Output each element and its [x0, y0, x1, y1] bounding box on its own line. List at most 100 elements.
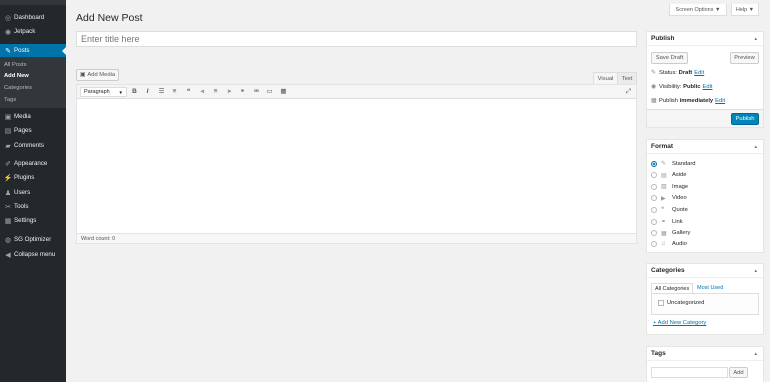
read-more-icon[interactable]: ▭	[265, 87, 274, 96]
sidebar-item-jetpack[interactable]: ◉ Jetpack	[0, 25, 66, 38]
format-option-aside[interactable]: ▤ Aside	[651, 172, 687, 179]
format-option-quote[interactable]: ❝ Quote	[651, 206, 688, 213]
toolbar-toggle-icon[interactable]: ▦	[279, 87, 288, 96]
image-icon: ▨	[661, 184, 667, 191]
sidebar-item-dashboard[interactable]: ◎ Dashboard	[0, 11, 66, 24]
visibility-edit-link[interactable]: Edit	[702, 84, 712, 90]
gallery-icon: ▦	[661, 230, 667, 237]
sidebar-item-label: SG Optimizer	[14, 236, 52, 243]
tags-box-header[interactable]: Tags ▲	[647, 347, 763, 361]
collapse-toggle-icon[interactable]: ▲	[754, 140, 758, 154]
format-radio[interactable]	[651, 241, 657, 248]
editor-content-area[interactable]	[77, 99, 636, 233]
format-option-link[interactable]: ⚭ Link	[651, 218, 683, 225]
pages-icon: ▤	[4, 127, 12, 135]
publish-schedule-label: Publish	[659, 97, 679, 104]
format-radio[interactable]	[651, 160, 657, 167]
format-radio[interactable]	[651, 218, 657, 225]
format-box-header[interactable]: Format ▲	[647, 140, 763, 154]
categories-box-title: Categories	[651, 267, 685, 274]
publish-schedule-row: ▦ Publish immediately Edit	[651, 97, 725, 105]
screen-options-button[interactable]: Screen Options ▼	[669, 4, 727, 16]
sidebar-item-collapse-menu[interactable]: ◀ Collapse menu	[0, 248, 66, 261]
format-select-value: Paragraph	[84, 89, 110, 95]
blockquote-icon[interactable]: ❝	[184, 87, 193, 96]
add-media-button[interactable]: ▣ Add Media	[76, 69, 119, 81]
tab-visual[interactable]: Visual	[593, 72, 618, 84]
help-button[interactable]: Help ▼	[731, 4, 759, 16]
format-option-image[interactable]: ▨ Image	[651, 183, 688, 190]
sidebar-item-comments[interactable]: ▰ Comments	[0, 139, 66, 152]
add-media-label: Add Media	[87, 72, 116, 78]
format-option-standard[interactable]: ✎ Standard	[651, 160, 696, 167]
align-center-icon[interactable]: ≡	[211, 87, 220, 96]
add-tag-button[interactable]: Add	[729, 367, 748, 378]
submenu-item-add-new[interactable]: Add New	[4, 73, 29, 79]
format-option-label: Image	[672, 183, 689, 190]
publish-schedule-edit-link[interactable]: Edit	[715, 98, 725, 104]
format-option-gallery[interactable]: ▦ Gallery	[651, 230, 690, 237]
unlink-icon[interactable]: ⚮	[252, 87, 261, 96]
media-icon: ▣	[4, 113, 12, 121]
sidebar-item-pages[interactable]: ▤ Pages	[0, 124, 66, 137]
bold-icon[interactable]: B	[130, 87, 139, 96]
align-left-icon[interactable]: ⫷	[198, 87, 207, 96]
tab-all-categories[interactable]: All Categories	[651, 283, 694, 293]
fullscreen-icon[interactable]: ⤢	[624, 87, 633, 96]
collapse-toggle-icon[interactable]: ▲	[754, 32, 758, 46]
plugins-icon: ⚡	[3, 174, 13, 182]
sidebar-item-appearance[interactable]: ✐ Appearance	[0, 157, 66, 170]
category-item[interactable]: Uncategorized	[658, 300, 704, 306]
format-option-video[interactable]: ▶ Video	[651, 195, 687, 202]
format-radio[interactable]	[651, 206, 657, 213]
status-edit-link[interactable]: Edit	[694, 70, 704, 76]
collapse-toggle-icon[interactable]: ▲	[754, 347, 758, 361]
aside-icon: ▤	[661, 172, 667, 179]
sidebar-item-plugins[interactable]: ⚡ Plugins	[0, 171, 66, 184]
sidebar-item-settings[interactable]: ▦ Settings	[0, 214, 66, 227]
save-draft-button[interactable]: Save Draft	[651, 52, 688, 64]
italic-icon[interactable]: I	[143, 87, 152, 96]
category-checkbox[interactable]	[658, 300, 664, 306]
sidebar-item-users[interactable]: ♟ Users	[0, 186, 66, 199]
align-right-icon[interactable]: ⫸	[225, 87, 234, 96]
sidebar-item-posts[interactable]: ✎ Posts	[0, 44, 66, 57]
post-title-input[interactable]	[76, 31, 637, 47]
categories-box: Categories ▲ All Categories Most Used Un…	[646, 263, 764, 335]
format-radio[interactable]	[651, 172, 657, 179]
link-icon[interactable]: ⚭	[238, 87, 247, 96]
format-radio[interactable]	[651, 230, 657, 237]
format-radio[interactable]	[651, 183, 657, 190]
numbered-list-icon[interactable]: ≡	[170, 87, 179, 96]
sidebar-item-sg-optimizer[interactable]: ◍ SG Optimizer	[0, 233, 66, 246]
publish-box-header[interactable]: Publish ▲	[647, 32, 763, 46]
bullet-list-icon[interactable]: ☰	[157, 87, 166, 96]
tools-icon: ✂	[5, 203, 11, 211]
collapse-toggle-icon[interactable]: ▲	[754, 264, 758, 278]
pushpin-icon: ✎	[651, 70, 657, 76]
categories-box-header[interactable]: Categories ▲	[647, 264, 763, 278]
format-select[interactable]: Paragraph ▼	[80, 87, 127, 97]
format-box: Format ▲ ✎ Standard ▤ Aside ▨ Image ▶ Video ❝ Quo…	[646, 139, 764, 253]
sidebar-item-label: Media	[14, 113, 31, 120]
publish-button[interactable]: Publish	[731, 113, 759, 125]
pushpin-icon: ✎	[5, 47, 11, 55]
users-icon: ♟	[4, 189, 12, 197]
tags-input[interactable]	[651, 367, 728, 378]
chevron-down-icon: ▼	[118, 90, 123, 95]
publish-actions: Publish	[647, 109, 763, 127]
collapse-icon: ◀	[5, 251, 11, 259]
sidebar-item-label: Posts	[14, 47, 30, 54]
submenu-item-tags[interactable]: Tags	[4, 97, 16, 103]
sidebar-item-media[interactable]: ▣ Media	[0, 110, 66, 123]
tab-text[interactable]: Text	[618, 72, 637, 84]
submenu-item-categories[interactable]: Categories	[4, 85, 32, 91]
format-radio[interactable]	[651, 195, 657, 202]
add-new-category-link[interactable]: + Add New Category	[653, 320, 706, 326]
tab-most-used[interactable]: Most Used	[697, 283, 723, 293]
sidebar-item-tools[interactable]: ✂ Tools	[0, 200, 66, 213]
visibility-value: Public	[683, 83, 701, 90]
format-option-audio[interactable]: ♫ Audio	[651, 241, 687, 248]
preview-button[interactable]: Preview	[730, 52, 759, 64]
submenu-item-all-posts[interactable]: All Posts	[4, 62, 27, 68]
